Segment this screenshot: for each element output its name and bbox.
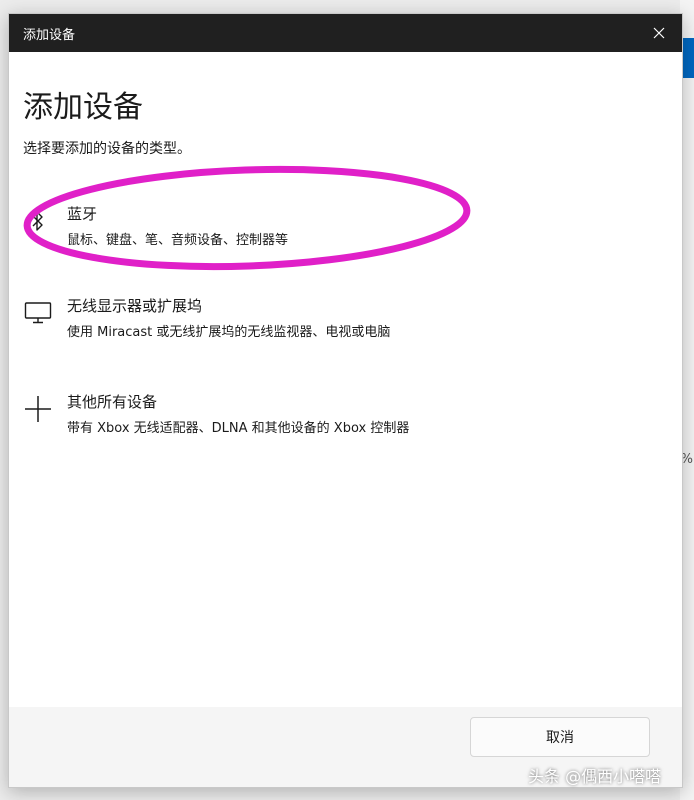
- option-wireless-display[interactable]: 无线显示器或扩展坞 使用 Miracast 或无线扩展坞的无线监视器、电视或电脑: [17, 290, 657, 354]
- option-description: 鼠标、键盘、笔、音频设备、控制器等: [67, 233, 289, 248]
- page-title: 添加设备: [23, 90, 143, 125]
- bluetooth-icon: [23, 206, 53, 236]
- cancel-button[interactable]: 取消: [470, 717, 650, 757]
- add-device-dialog: 添加设备 添加设备 选择要添加的设备的类型。 蓝牙 鼠标、键盘、笔、音频设备、控…: [8, 13, 683, 788]
- window-title: 添加设备: [23, 28, 76, 43]
- option-description: 使用 Miracast 或无线扩展坞的无线监视器、电视或电脑: [67, 325, 391, 340]
- option-bluetooth[interactable]: 蓝牙 鼠标、键盘、笔、音频设备、控制器等: [17, 198, 657, 262]
- close-icon: [653, 27, 665, 39]
- option-title: 其他所有设备: [67, 393, 158, 411]
- plus-icon: [23, 394, 53, 424]
- close-button[interactable]: [636, 14, 682, 52]
- option-all-other-devices[interactable]: 其他所有设备 带有 Xbox 无线适配器、DLNA 和其他设备的 Xbox 控制…: [17, 386, 657, 450]
- title-bar: 添加设备: [9, 14, 682, 52]
- background-accent-button: [682, 38, 694, 78]
- option-title: 无线显示器或扩展坞: [67, 297, 203, 315]
- page-subtitle: 选择要添加的设备的类型。: [23, 141, 191, 157]
- option-description: 带有 Xbox 无线适配器、DLNA 和其他设备的 Xbox 控制器: [67, 421, 410, 436]
- option-title: 蓝牙: [67, 205, 98, 223]
- watermark-text: 头条 @偶西小嗒嗒: [528, 767, 662, 786]
- monitor-icon: [23, 298, 53, 328]
